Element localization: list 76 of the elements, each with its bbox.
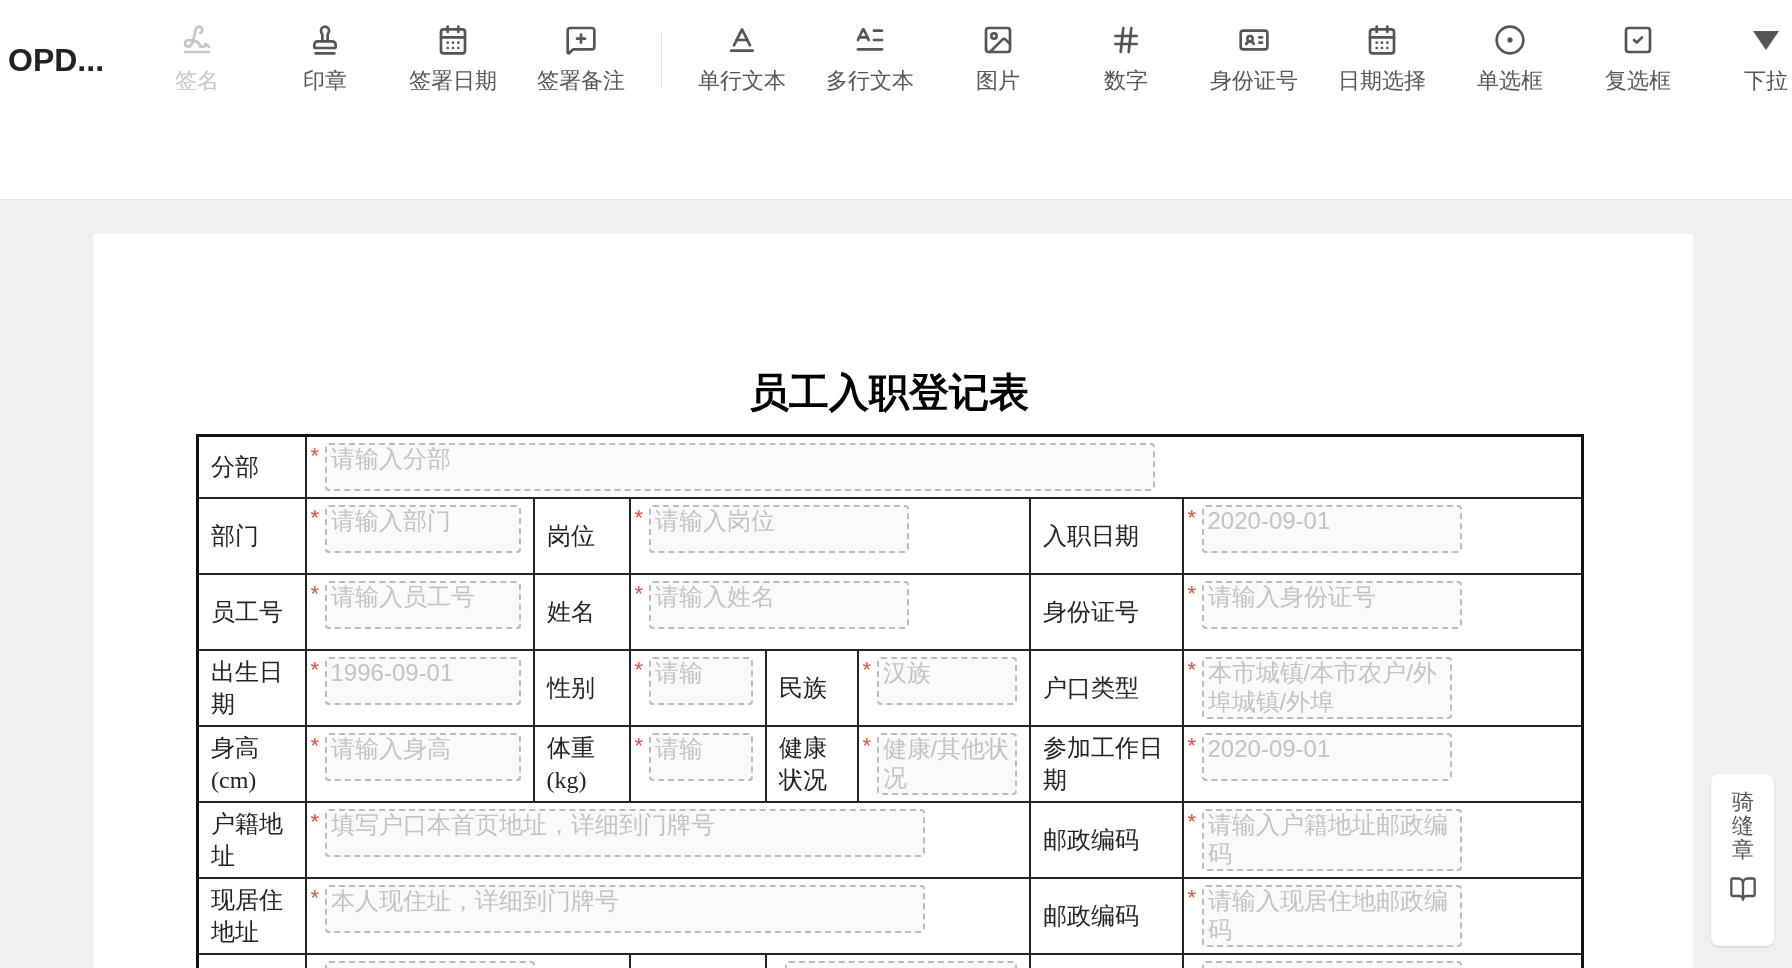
field-label: 健康状况 <box>778 735 827 793</box>
input-field[interactable]: 请输入姓名 <box>648 581 909 629</box>
input-field[interactable]: 请输 <box>648 657 753 705</box>
calendar-icon <box>437 23 469 56</box>
field-label: 身高(cm) <box>211 735 259 793</box>
required-mark: * <box>310 809 321 835</box>
required-mark: * <box>634 733 645 759</box>
toolbar-button[interactable]: 下拉 <box>1702 23 1792 97</box>
toolbar-button[interactable]: 图片 <box>934 23 1062 97</box>
toolbar-button[interactable]: 日期选择 <box>1318 23 1446 97</box>
required-mark: * <box>1187 657 1198 683</box>
field-label: 入职日期 <box>1042 523 1139 549</box>
field-label: 民族 <box>778 675 827 701</box>
input-field[interactable]: 请输入岗位 <box>648 505 909 553</box>
required-mark: * <box>310 443 321 469</box>
toolbar-button[interactable]: 签署日期 <box>389 23 517 97</box>
required-mark: * <box>634 657 645 683</box>
input-field[interactable]: 请输入部门 <box>324 505 521 553</box>
field-label: 性别 <box>546 675 595 701</box>
field-label: 分部 <box>211 454 259 480</box>
required-mark: * <box>310 505 321 531</box>
input-field[interactable]: 请输 <box>648 733 753 781</box>
signature-icon <box>181 23 213 56</box>
required-mark: * <box>310 885 321 911</box>
required-mark: * <box>1187 885 1198 911</box>
toolbar-button[interactable]: 签署备注 <box>517 23 645 97</box>
input-field[interactable]: 1996-09-01 <box>324 657 521 705</box>
required-mark: * <box>1187 581 1198 607</box>
document-title: OPD... <box>7 41 105 80</box>
toolbar-button[interactable]: 多行文本 <box>806 23 934 97</box>
toolbar-button[interactable]: 复选框 <box>1574 23 1702 97</box>
required-mark: * <box>862 733 873 759</box>
input-field[interactable]: 请输入身高 <box>324 733 521 781</box>
toolbar-button[interactable]: 数字 <box>1062 23 1190 97</box>
field-label: 现居住地址 <box>211 887 283 945</box>
input-field[interactable]: 请输入身份证号 <box>1201 581 1462 629</box>
field-label: 参加工作日期 <box>1042 735 1163 793</box>
field-label: 体重(kg) <box>546 735 595 793</box>
field-label: 邮政编码 <box>1042 903 1139 929</box>
required-mark: * <box>1187 809 1198 835</box>
field-label: 出生日期 <box>211 659 283 717</box>
input-field[interactable]: 2020-09-01 <box>1201 733 1452 781</box>
field-label: 姓名 <box>546 599 595 625</box>
field-label: 部门 <box>211 523 259 549</box>
required-mark: * <box>634 505 645 531</box>
radio-icon <box>1494 23 1526 56</box>
required-mark: * <box>1187 505 1198 531</box>
toolbar-button[interactable]: 印章 <box>261 23 389 97</box>
input-field[interactable]: 请输入现居住地邮政编码 <box>1201 885 1462 947</box>
field-label: 岗位 <box>546 523 595 549</box>
required-mark: * <box>862 657 873 683</box>
required-mark: * <box>310 657 321 683</box>
field-label: 身份证号 <box>1042 599 1139 625</box>
input-field[interactable]: 本人现住址，详细到门牌号 <box>324 885 925 933</box>
required-mark: * <box>310 581 321 607</box>
field-label: 员工号 <box>211 599 283 625</box>
field-label: 邮政编码 <box>1042 827 1139 853</box>
field-label: 户籍地址 <box>211 811 283 869</box>
seal-label: 骑缝章 <box>1731 790 1754 863</box>
input-field[interactable]: 2020-09-01 <box>1201 505 1462 553</box>
required-mark: * <box>634 581 645 607</box>
toolbar-button[interactable]: 单行文本 <box>678 23 806 97</box>
toolbar-button[interactable]: 身份证号 <box>1190 23 1318 97</box>
input-field[interactable]: 健康/其他状况 <box>876 733 1017 795</box>
required-mark: * <box>1187 733 1198 759</box>
input-field[interactable]: 请输入员工号 <box>324 581 521 629</box>
input-field[interactable]: 本市城镇/本市农户/外埠城镇/外埠 <box>1201 657 1452 719</box>
input-field[interactable]: 填写户口本首页地址，详细到门牌号 <box>324 809 925 857</box>
input-field[interactable]: 汉族 <box>876 657 1017 705</box>
calendar-icon <box>1366 23 1398 56</box>
input-field[interactable]: 请输入分部 <box>324 443 1155 491</box>
field-label: 户口类型 <box>1042 675 1139 701</box>
toolbar-button[interactable]: 单选框 <box>1446 23 1574 97</box>
input-field[interactable]: 请输入户籍地址邮政编码 <box>1201 809 1462 871</box>
form-title: 员工入职登记表 <box>748 369 1030 416</box>
required-mark: * <box>310 733 321 759</box>
